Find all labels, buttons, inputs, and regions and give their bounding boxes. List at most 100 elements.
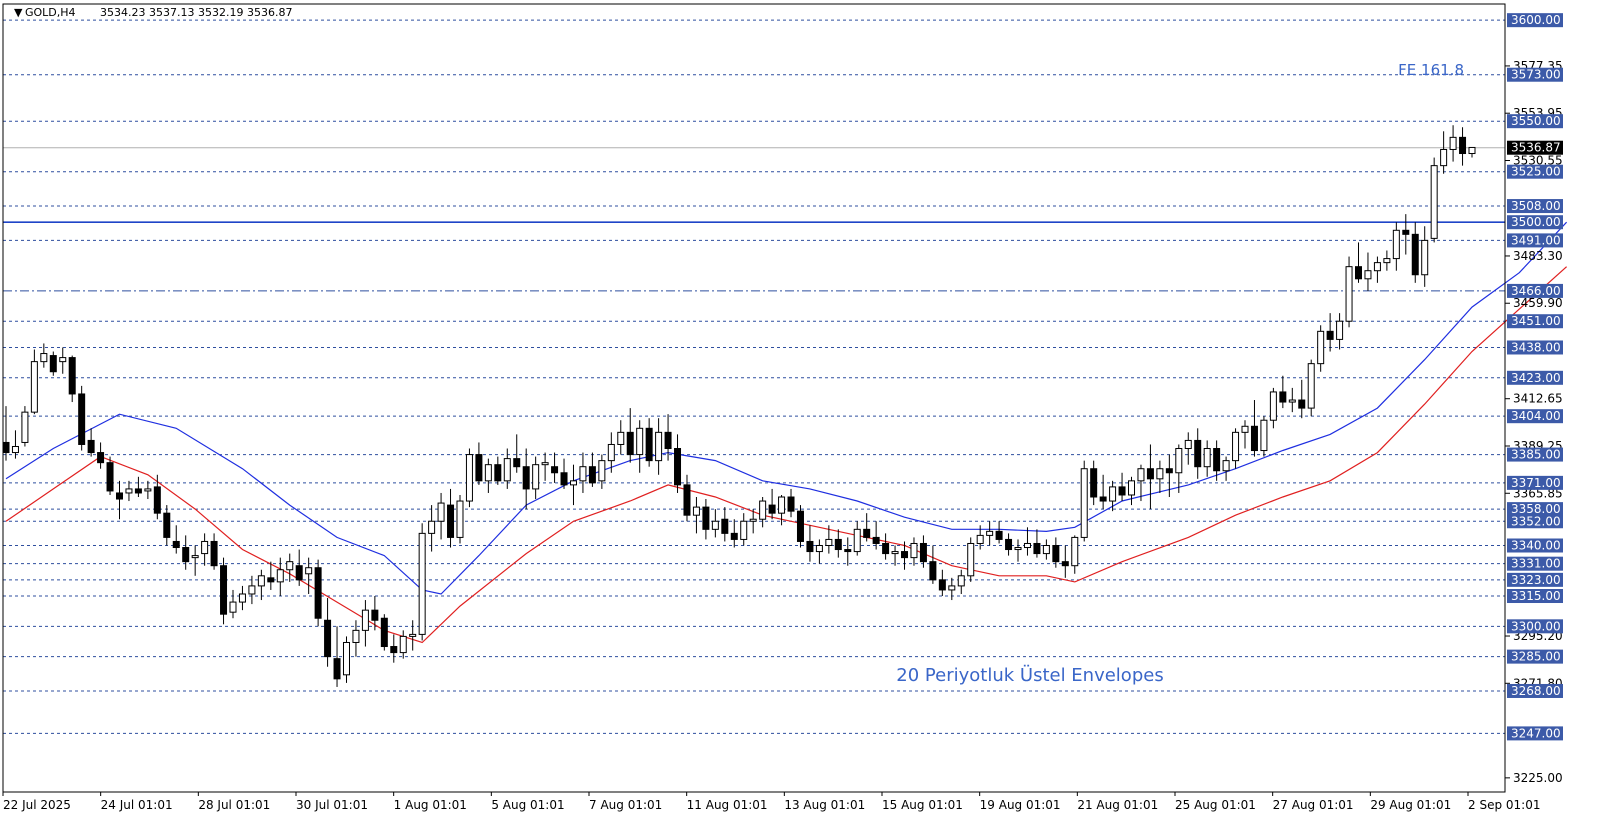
level-label: 3352.00 — [1511, 514, 1561, 528]
candle-body-bear — [380, 617, 388, 648]
candle-body-bull — [607, 443, 615, 462]
level-label: 3550.00 — [1511, 114, 1561, 128]
x-tick-label: 5 Aug 01:01 — [491, 798, 564, 812]
candle-body-bear — [1279, 391, 1287, 403]
candle-body-bull — [1288, 399, 1296, 403]
candle-body-bull — [910, 542, 918, 559]
candle-body-bull — [711, 520, 719, 530]
level-label: 3300.00 — [1511, 619, 1561, 633]
candle-body-bear — [371, 609, 379, 621]
candle-body-bull — [1430, 165, 1438, 239]
candle-body-bear — [87, 439, 95, 454]
candle-body-bear — [796, 510, 804, 542]
candle-body-bull — [21, 411, 29, 443]
candle-body-bear — [882, 542, 890, 555]
level-label: 3323.00 — [1511, 573, 1561, 587]
candle-body-bear — [588, 466, 596, 484]
candle-body-bull — [1023, 542, 1031, 549]
candle-body-bear — [995, 530, 1003, 540]
level-label: 3315.00 — [1511, 589, 1561, 603]
candle-body-bear — [730, 532, 738, 540]
candle-body-bull — [569, 480, 577, 486]
candle-body-bull — [1260, 419, 1268, 452]
candle-body-bear — [702, 506, 710, 530]
candle — [1430, 157, 1438, 243]
candle-body-bull — [853, 528, 861, 553]
candle-body-bear — [683, 484, 691, 516]
candle-body-bear — [834, 538, 842, 551]
level-label: 3438.00 — [1511, 340, 1561, 354]
candle-body-bear — [267, 577, 275, 583]
candle — [220, 557, 228, 625]
candle-body-bull — [815, 544, 823, 553]
candle-body-bull — [428, 520, 436, 534]
candle-body-bull — [1336, 320, 1344, 340]
candle-body-bull — [257, 575, 265, 587]
header-ohlc: 3534.23 3537.13 3532.19 3536.87 — [100, 6, 292, 19]
candle-body-bear — [115, 492, 123, 500]
candle-body-bull — [342, 641, 350, 676]
candle-body-bear — [872, 536, 880, 544]
price-chart[interactable]: 3577.353553.953530.553483.303459.903412.… — [0, 0, 1614, 840]
candle-body-bear — [844, 549, 852, 553]
x-tick-label: 13 Aug 01:01 — [784, 798, 865, 812]
candle-body-bear — [172, 540, 180, 549]
candle-body-bull — [286, 561, 294, 571]
candle-body-bull — [1345, 266, 1353, 322]
candle-body-bull — [248, 585, 256, 595]
candle-body-bear — [863, 528, 871, 538]
candle-body-bear — [1213, 448, 1221, 472]
candle-body-bear — [1298, 399, 1306, 409]
level-label: 3404.00 — [1511, 409, 1561, 423]
candle-body-bull — [986, 530, 994, 536]
candle-body-bull — [276, 569, 284, 583]
candle-body-bear — [1118, 486, 1126, 496]
candle-body-bull — [191, 555, 199, 559]
candle-body-bull — [1080, 468, 1088, 538]
candle — [314, 559, 322, 627]
header-arrow-icon[interactable]: ▼ — [14, 6, 23, 19]
candle-body-bull — [532, 464, 540, 490]
candle-body-bull — [1203, 448, 1211, 468]
candle-body-bull — [598, 460, 606, 482]
candle — [49, 351, 57, 376]
candle-body-bull — [305, 567, 313, 575]
candle-body-bull — [1184, 439, 1192, 450]
candle-body-bear — [182, 547, 190, 563]
candle-body-bear — [49, 355, 57, 373]
candle-body-bull — [1128, 480, 1136, 496]
candle — [1345, 256, 1353, 328]
x-tick-label: 30 Jul 01:01 — [296, 798, 368, 812]
x-tick-label: 25 Aug 01:01 — [1175, 798, 1256, 812]
chart-header: ▼ GOLD,H4 3534.23 3537.13 3532.19 3536.8… — [14, 6, 292, 19]
candle — [1080, 460, 1088, 542]
y-tick-label: 3483.30 — [1513, 249, 1563, 263]
x-tick-label: 1 Aug 01:01 — [394, 798, 467, 812]
candle-body-bear — [210, 540, 218, 567]
candle-body-bear — [560, 472, 568, 486]
candle-body-bull — [1317, 330, 1325, 365]
level-label: 3331.00 — [1511, 557, 1561, 571]
candle-body-bear — [1052, 544, 1060, 563]
level-label: 3247.00 — [1511, 726, 1561, 740]
candle-body-bull — [957, 575, 965, 587]
candle-body-bear — [106, 462, 114, 492]
candle-body-bear — [314, 567, 322, 619]
candle-body-bear — [1165, 468, 1173, 474]
level-label: 3500.00 — [1511, 215, 1561, 229]
candle-body-bull — [617, 431, 625, 445]
level-label: 3573.00 — [1511, 68, 1561, 82]
candle-body-bull — [59, 357, 67, 363]
candle-body-bear — [295, 565, 303, 581]
candle-body-bull — [1137, 468, 1145, 482]
candle-body-bull — [1440, 148, 1448, 167]
candle-body-bull — [1241, 425, 1249, 433]
candle-body-bear — [1099, 496, 1107, 502]
level-label: 3285.00 — [1511, 650, 1561, 664]
candle — [78, 385, 86, 451]
candle-body-bull — [409, 633, 417, 637]
candle-body-bear — [494, 464, 502, 482]
candle-body-bear — [1061, 561, 1069, 567]
candle-body-bear — [901, 551, 909, 559]
candle — [465, 448, 473, 508]
